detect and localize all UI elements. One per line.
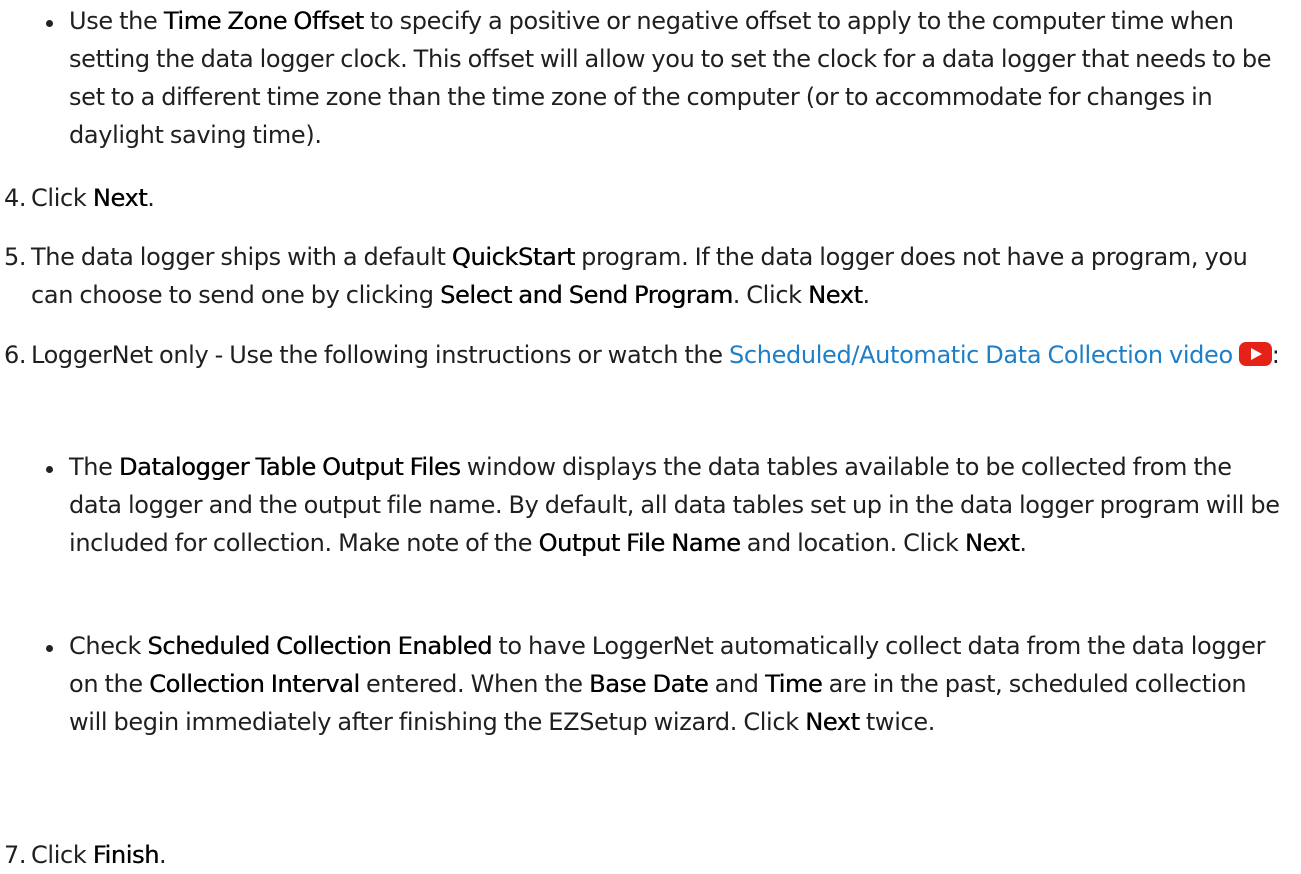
text: entered. When the: [359, 670, 589, 698]
text: :: [1271, 341, 1280, 369]
table-output-files-paragraph: The Datalogger Table Output Files window…: [69, 448, 1284, 562]
text: Use the: [69, 7, 164, 35]
text: . Click: [732, 281, 808, 309]
ui-term-select-and-send-program: Select and Send Program: [439, 281, 733, 309]
text: and location. Click: [740, 529, 965, 557]
step-number: 5.: [4, 243, 27, 271]
text: LoggerNet only - Use the following instr…: [31, 341, 729, 369]
ui-term-collection-interval: Collection Interval: [149, 670, 360, 698]
step-6-paragraph: LoggerNet only - Use the following instr…: [31, 336, 1293, 374]
text: .: [862, 281, 871, 309]
ui-term-quickstart: QuickStart: [451, 243, 575, 271]
text: The data logger ships with a default: [31, 243, 452, 271]
bullet-marker: [46, 466, 53, 473]
ui-term-base-date: Base Date: [589, 670, 709, 698]
bullet-marker: [46, 20, 53, 27]
text: Click: [31, 841, 93, 869]
step-7-paragraph: Click Finish.: [31, 836, 1291, 874]
youtube-play-icon[interactable]: [1238, 342, 1272, 366]
text: Click: [31, 184, 93, 212]
ui-term-next: Next: [964, 529, 1020, 557]
text: Check: [69, 632, 148, 660]
ui-term-output-file-name: Output File Name: [538, 529, 741, 557]
step-number: 4.: [4, 184, 27, 212]
ui-term-datalogger-table-output-files: Datalogger Table Output Files: [118, 453, 461, 481]
time-zone-offset-paragraph: Use the Time Zone Offset to specify a po…: [69, 2, 1284, 154]
ui-term-next: Next: [92, 184, 148, 212]
text: .: [1019, 529, 1027, 557]
ui-term-finish: Finish: [92, 841, 160, 869]
text: .: [147, 184, 155, 212]
text: The: [69, 453, 119, 481]
scheduled-collection-paragraph: Check Scheduled Collection Enabled to ha…: [69, 627, 1284, 741]
step-number: 7.: [4, 841, 27, 869]
step-4-paragraph: Click Next.: [31, 179, 1291, 217]
bullet-marker: [46, 645, 53, 652]
step-number: 6.: [4, 341, 27, 369]
step-5-paragraph: The data logger ships with a default Qui…: [31, 238, 1291, 314]
ui-term-scheduled-collection-enabled: Scheduled Collection Enabled: [147, 632, 493, 660]
ui-term-time-zone-offset: Time Zone Offset: [163, 7, 364, 35]
scheduled-collection-video-link[interactable]: Scheduled/Automatic Data Collection vide…: [729, 341, 1233, 369]
text: .: [158, 841, 167, 869]
ui-term-next: Next: [805, 708, 860, 736]
ui-term-next: Next: [808, 281, 863, 309]
text: and: [708, 670, 765, 698]
text: twice.: [859, 708, 936, 736]
ui-term-time: Time: [764, 670, 823, 698]
